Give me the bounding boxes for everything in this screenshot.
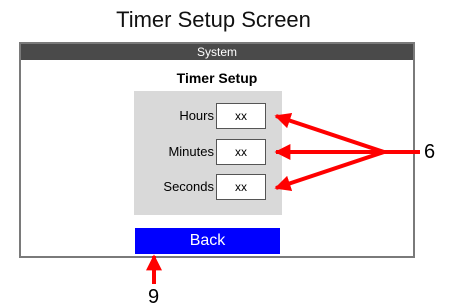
back-button[interactable]: Back: [135, 228, 280, 254]
hmi-screen: System Timer Setup Hours xx Minutes xx S…: [19, 42, 415, 258]
title-bar: System: [21, 44, 413, 60]
hours-field[interactable]: xx: [216, 103, 266, 129]
page-heading: Timer Setup Screen: [116, 7, 311, 32]
screen-title: Timer Setup: [176, 70, 258, 86]
minutes-label: Minutes: [168, 144, 214, 159]
seconds-label: Seconds: [163, 179, 214, 194]
timer-fields-panel: Hours xx Minutes xx Seconds xx: [134, 91, 282, 215]
callout-number-9: 9: [148, 286, 160, 308]
hours-label: Hours: [179, 108, 214, 123]
callout-number-6: 6: [424, 141, 436, 163]
minutes-field[interactable]: xx: [216, 139, 266, 165]
seconds-field[interactable]: xx: [216, 174, 266, 200]
